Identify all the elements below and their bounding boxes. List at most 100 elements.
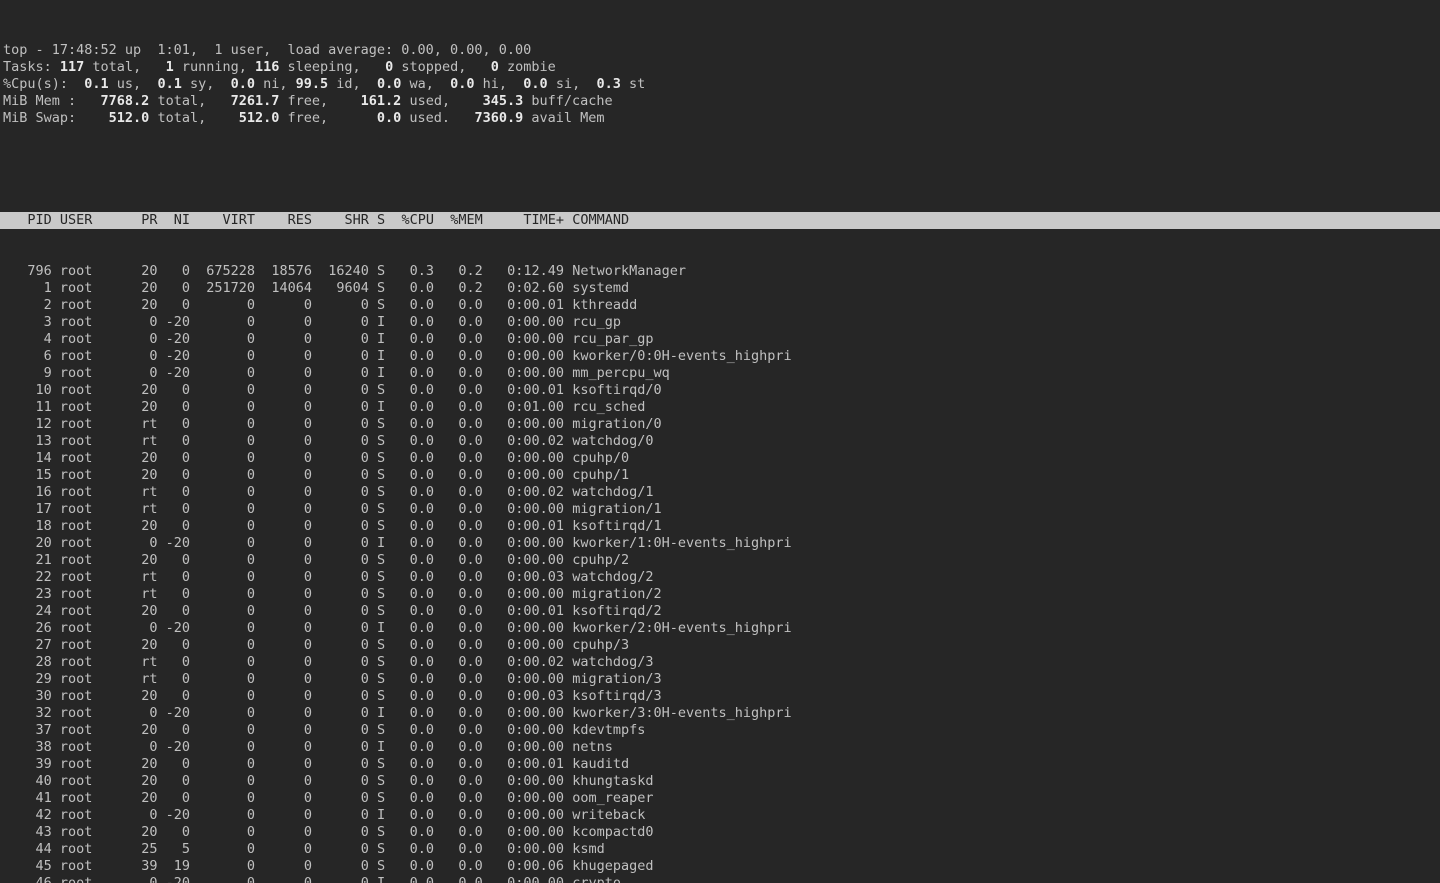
cell-cpu: 0.0	[393, 382, 434, 398]
cell-pid: 2	[3, 297, 52, 313]
cell-cpu: 0.0	[393, 450, 434, 466]
cell-s: S	[377, 467, 385, 483]
cell-mem: 0.0	[442, 399, 483, 415]
cell-shr: 0	[320, 705, 369, 721]
cell-ni: -20	[166, 535, 190, 551]
cell-mem: 0.0	[442, 450, 483, 466]
cell-res: 0	[263, 297, 312, 313]
col-header-ni: NI	[166, 212, 190, 228]
cell-shr: 0	[320, 484, 369, 500]
cell-res: 0	[263, 552, 312, 568]
tasks-line-text: stopped,	[393, 59, 491, 75]
cell-shr: 0	[320, 807, 369, 823]
cell-pid: 17	[3, 501, 52, 517]
cell-res: 0	[263, 688, 312, 704]
cell-cpu: 0.0	[393, 875, 434, 883]
cell-pid: 23	[3, 586, 52, 602]
cell-virt: 0	[198, 467, 255, 483]
cell-user: root	[60, 603, 125, 619]
mem-line: MiB Mem : 7768.2 total, 7261.7 free, 161…	[0, 93, 1440, 110]
cell-user: root	[60, 722, 125, 738]
process-row: 45 root 39 19 0 0 0 S 0.0 0.0 0:00.06 kh…	[0, 858, 1440, 875]
cell-ni: 0	[166, 586, 190, 602]
cell-s: S	[377, 790, 385, 806]
process-row: 1 root 20 0 251720 14064 9604 S 0.0 0.2 …	[0, 280, 1440, 297]
cell-command: kworker/3:0H-events_highpri	[572, 705, 791, 721]
cell-pid: 42	[3, 807, 52, 823]
process-row: 16 root rt 0 0 0 0 S 0.0 0.0 0:00.02 wat…	[0, 484, 1440, 501]
cell-shr: 0	[320, 348, 369, 364]
mem-line-text: free,	[279, 93, 360, 109]
cell-user: root	[60, 841, 125, 857]
swap-line-value: 0.0	[377, 110, 401, 126]
cell-pr: rt	[133, 501, 157, 517]
cell-ni: -20	[166, 348, 190, 364]
cell-virt: 0	[198, 399, 255, 415]
process-row: 21 root 20 0 0 0 0 S 0.0 0.0 0:00.00 cpu…	[0, 552, 1440, 569]
cell-s: S	[377, 501, 385, 517]
cell-command: netns	[572, 739, 613, 755]
cell-time: 0:00.00	[491, 705, 564, 721]
cell-pr: 20	[133, 280, 157, 296]
cell-pid: 15	[3, 467, 52, 483]
mem-line-text: total,	[149, 93, 230, 109]
cell-ni: 0	[166, 552, 190, 568]
cell-user: root	[60, 297, 125, 313]
cell-pr: 0	[133, 875, 157, 883]
cell-cpu: 0.0	[393, 518, 434, 534]
cell-time: 0:00.00	[491, 552, 564, 568]
cell-time: 0:00.03	[491, 688, 564, 704]
cell-user: root	[60, 790, 125, 806]
cell-command: kworker/0:0H-events_highpri	[572, 348, 791, 364]
cell-mem: 0.2	[442, 263, 483, 279]
cell-mem: 0.0	[442, 824, 483, 840]
cell-pr: 20	[133, 637, 157, 653]
cell-shr: 0	[320, 688, 369, 704]
tasks-line-text: total,	[84, 59, 165, 75]
process-row: 4 root 0 -20 0 0 0 I 0.0 0.0 0:00.00 rcu…	[0, 331, 1440, 348]
cell-cpu: 0.0	[393, 399, 434, 415]
cell-cpu: 0.0	[393, 586, 434, 602]
cell-user: root	[60, 773, 125, 789]
cell-pr: 20	[133, 518, 157, 534]
cell-ni: 0	[166, 416, 190, 432]
cell-pr: 20	[133, 603, 157, 619]
process-row: 18 root 20 0 0 0 0 S 0.0 0.0 0:00.01 kso…	[0, 518, 1440, 535]
cell-user: root	[60, 875, 125, 883]
cpu-line-text: id,	[328, 76, 377, 92]
cell-pid: 41	[3, 790, 52, 806]
cell-pr: 0	[133, 739, 157, 755]
cell-mem: 0.0	[442, 484, 483, 500]
process-row: 27 root 20 0 0 0 0 S 0.0 0.0 0:00.00 cpu…	[0, 637, 1440, 654]
cell-cpu: 0.0	[393, 280, 434, 296]
cell-ni: 0	[166, 756, 190, 772]
cell-user: root	[60, 739, 125, 755]
cell-pid: 44	[3, 841, 52, 857]
cell-s: S	[377, 552, 385, 568]
process-row: 46 root 0 -20 0 0 0 I 0.0 0.0 0:00.00 cr…	[0, 875, 1440, 883]
terminal-screen[interactable]: top - 17:48:52 up 1:01, 1 user, load ave…	[0, 0, 1440, 883]
cell-command: ksoftirqd/0	[572, 382, 661, 398]
cell-cpu: 0.0	[393, 416, 434, 432]
cell-shr: 0	[320, 331, 369, 347]
cell-user: root	[60, 586, 125, 602]
cell-virt: 0	[198, 603, 255, 619]
cell-ni: 0	[166, 824, 190, 840]
process-row: 12 root rt 0 0 0 0 S 0.0 0.0 0:00.00 mig…	[0, 416, 1440, 433]
cell-res: 0	[263, 518, 312, 534]
cell-cpu: 0.0	[393, 637, 434, 653]
cell-virt: 0	[198, 654, 255, 670]
col-header-pid: PID	[3, 212, 52, 228]
cell-pid: 40	[3, 773, 52, 789]
cell-command: kworker/1:0H-events_highpri	[572, 535, 791, 551]
cell-virt: 0	[198, 552, 255, 568]
cell-pr: 0	[133, 331, 157, 347]
process-row: 26 root 0 -20 0 0 0 I 0.0 0.0 0:00.00 kw…	[0, 620, 1440, 637]
cell-user: root	[60, 654, 125, 670]
cell-cpu: 0.0	[393, 654, 434, 670]
cell-mem: 0.0	[442, 416, 483, 432]
cell-virt: 0	[198, 688, 255, 704]
cell-ni: -20	[166, 314, 190, 330]
cell-ni: 0	[166, 399, 190, 415]
cell-pid: 21	[3, 552, 52, 568]
